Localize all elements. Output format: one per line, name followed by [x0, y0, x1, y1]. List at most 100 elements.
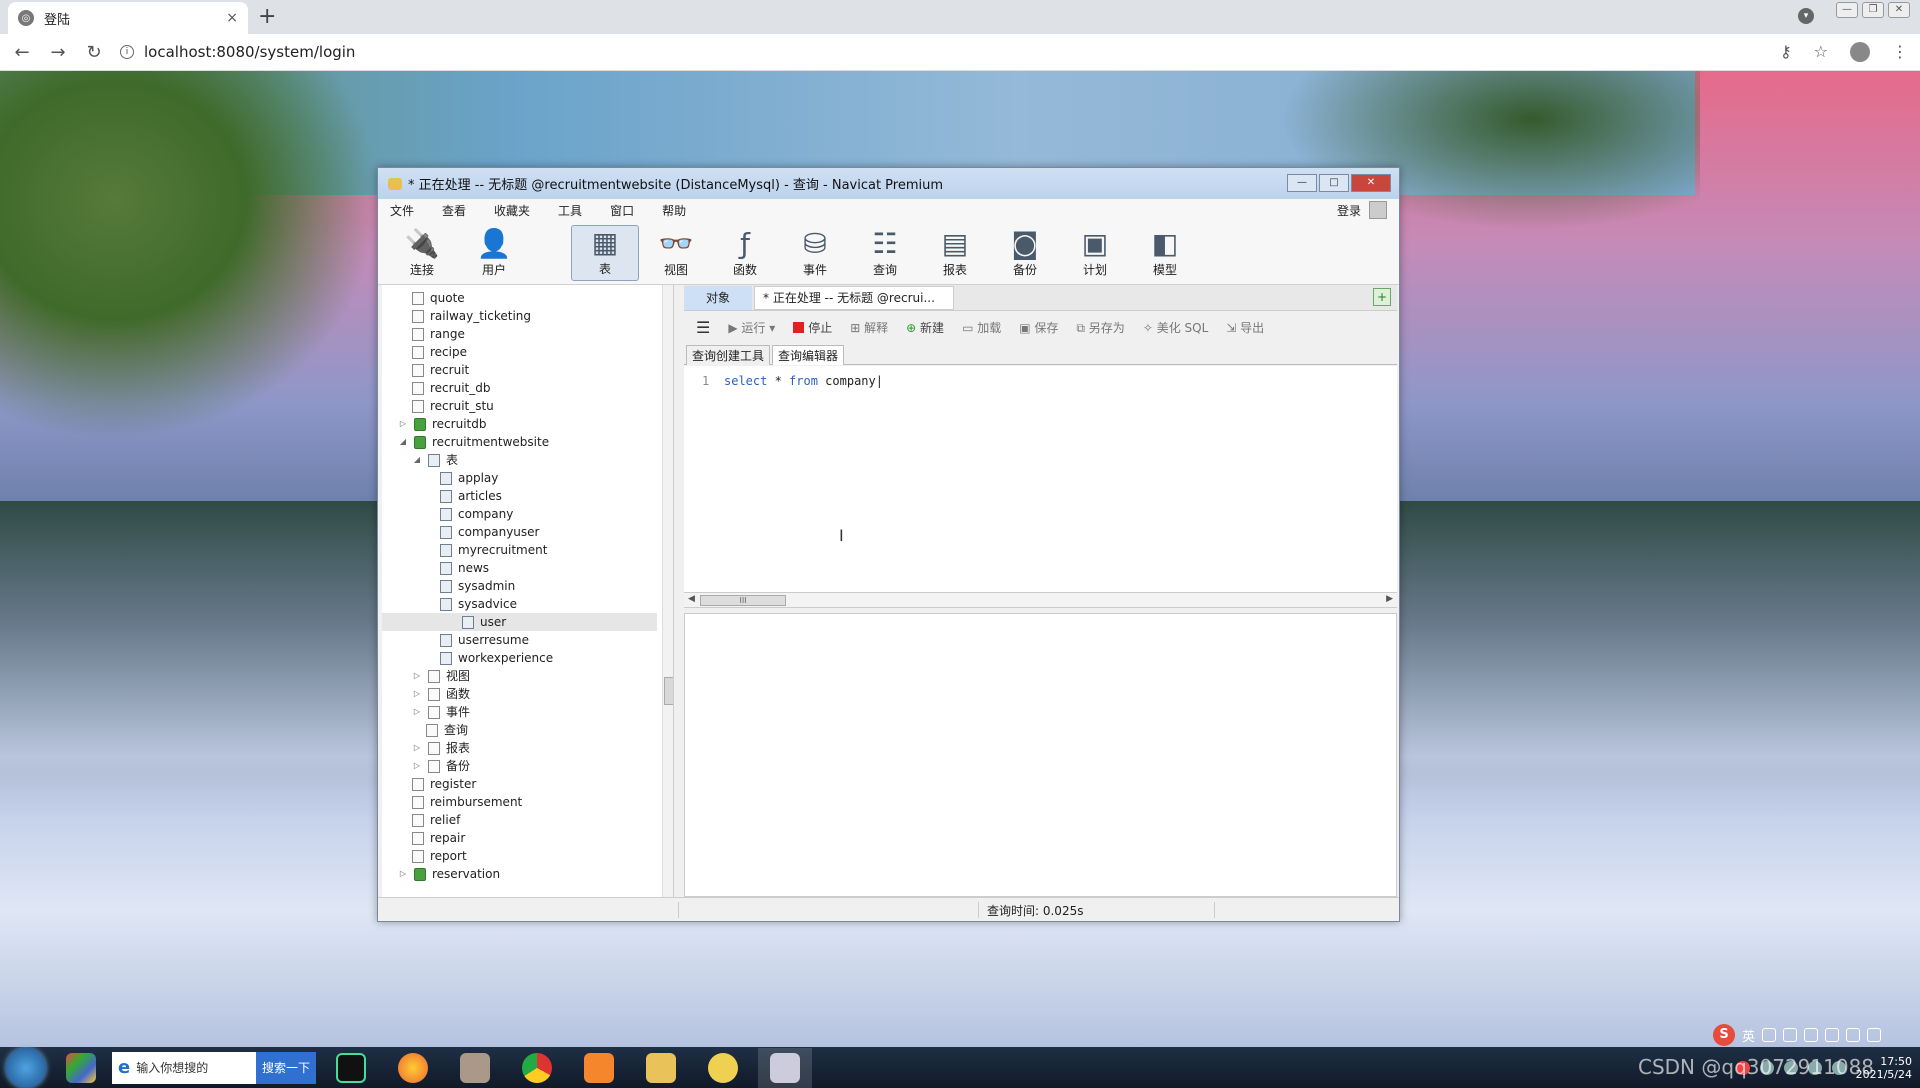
tree-item-register[interactable]: register — [412, 775, 476, 793]
skin-icon[interactable] — [1846, 1028, 1861, 1042]
add-tab-icon[interactable]: + — [1373, 288, 1391, 306]
tree-item-views-folder[interactable]: ▷ 视图 — [412, 667, 470, 685]
tree-item-sysadmin[interactable]: sysadmin — [440, 577, 515, 595]
url-field[interactable]: i localhost:8080/system/login — [120, 43, 355, 61]
tab-query[interactable]: * 正在处理 -- 无标题 @recrui... — [754, 286, 954, 310]
tab-query-builder[interactable]: 查询创建工具 — [686, 345, 771, 365]
toolbar-event-button[interactable]: ⛁ 事件 — [783, 225, 847, 281]
taskbar-app-active[interactable] — [758, 1047, 813, 1088]
toolbar-view-button[interactable]: 👓 视图 — [644, 225, 708, 281]
close-icon[interactable]: ✕ — [1888, 2, 1910, 18]
taskbar-app-explorer[interactable] — [634, 1048, 688, 1088]
tab-close-icon[interactable]: × — [226, 10, 238, 26]
expand-arrow-icon[interactable]: ▷ — [412, 667, 422, 685]
taskbar-search-input[interactable]: e 输入你想搜的 — [112, 1051, 256, 1084]
collapse-arrow-icon[interactable]: ◢ — [398, 433, 408, 451]
run-button[interactable]: ▶ 运行 ▾ — [728, 319, 775, 336]
editor-horizontal-scrollbar[interactable]: ◀ III ▶ — [684, 592, 1397, 608]
expand-arrow-icon[interactable]: ▷ — [412, 685, 422, 703]
tree-item-companyuser[interactable]: companyuser — [440, 523, 539, 541]
tree-item-company[interactable]: company — [440, 505, 513, 523]
taskbar-app-intellij[interactable] — [324, 1048, 378, 1088]
editor-scrollbar-thumb[interactable]: III — [700, 595, 786, 606]
tree-item-tables-folder[interactable]: ◢ 表 — [412, 451, 458, 469]
collapse-arrow-icon[interactable]: ◢ — [412, 451, 422, 469]
toolbar-query-button[interactable]: ☷ 查询 — [853, 225, 917, 281]
expand-arrow-icon[interactable]: ▷ — [412, 757, 422, 775]
tree-item-functions-folder[interactable]: ▷ 函数 — [412, 685, 470, 703]
sql-editor[interactable]: 1 select * from company| I — [684, 366, 1397, 592]
toolbar-user-button[interactable]: 👤 用户 — [462, 225, 526, 281]
profile-icon[interactable] — [1850, 42, 1870, 62]
minimize-icon[interactable]: — — [1287, 174, 1317, 192]
expand-arrow-icon[interactable]: ▷ — [412, 739, 422, 757]
tree-item-backups-folder[interactable]: ▷ 备份 — [412, 757, 470, 775]
grid-icon[interactable] — [1867, 1028, 1882, 1042]
toolbar-report-button[interactable]: ▤ 报表 — [923, 225, 987, 281]
load-button[interactable]: ▭ 加载 — [962, 319, 1001, 336]
tree-item-applay[interactable]: applay — [440, 469, 498, 487]
tree-item-recruit-stu[interactable]: recruit_stu — [412, 397, 494, 415]
taskbar-app-photo[interactable] — [448, 1048, 502, 1088]
save-button[interactable]: ▣ 保存 — [1019, 319, 1058, 336]
toolbar-schedule-button[interactable]: ▣ 计划 — [1063, 225, 1127, 281]
tree-scrollbar-thumb[interactable] — [664, 677, 673, 705]
menu-file[interactable]: 文件 — [390, 202, 414, 219]
tree-item-range[interactable]: range — [412, 325, 465, 343]
tree-item-myrecruitment[interactable]: myrecruitment — [440, 541, 547, 559]
minimize-icon[interactable]: — — [1836, 2, 1858, 18]
taskbar-app-settings[interactable] — [572, 1048, 626, 1088]
taskbar-search-button[interactable]: 搜索一下 — [256, 1051, 317, 1084]
menu-help[interactable]: 帮助 — [662, 202, 686, 219]
expand-arrow-icon[interactable]: ▷ — [412, 703, 422, 721]
keyboard-icon[interactable] — [1825, 1028, 1840, 1042]
chrome-download-icon[interactable]: ▾ — [1798, 8, 1814, 24]
tree-item-sysadvice[interactable]: sysadvice — [440, 595, 517, 613]
toolbar-connection-button[interactable]: 🔌 连接 — [390, 225, 454, 281]
close-icon[interactable]: ✕ — [1351, 174, 1391, 192]
tree-item-relief[interactable]: relief — [412, 811, 460, 829]
taskbar-app-navicat[interactable] — [696, 1048, 750, 1088]
restore-icon[interactable]: ❐ — [1862, 2, 1884, 18]
tree-item-user[interactable]: user — [382, 613, 657, 631]
punctuation-icon[interactable] — [1762, 1028, 1777, 1042]
login-button[interactable]: 登录 — [1337, 201, 1387, 219]
beautify-sql-button[interactable]: ✧ 美化 SQL — [1143, 319, 1208, 336]
microphone-icon[interactable] — [1804, 1028, 1819, 1042]
expand-arrow-icon[interactable]: ▷ — [398, 415, 408, 433]
tree-scrollbar[interactable] — [662, 285, 673, 897]
tree-item-reports-folder[interactable]: ▷ 报表 — [412, 739, 470, 757]
tree-item-events-folder[interactable]: ▷ 事件 — [412, 703, 470, 721]
toolbar-backup-button[interactable]: ◙ 备份 — [993, 225, 1057, 281]
emoji-icon[interactable] — [1783, 1028, 1798, 1042]
reload-icon[interactable]: ↻ — [84, 42, 104, 63]
taskbar-app-firefox[interactable] — [386, 1048, 440, 1088]
star-icon[interactable]: ☆ — [1814, 42, 1828, 62]
menu-favorites[interactable]: 收藏夹 — [494, 202, 530, 219]
sogou-logo-icon[interactable]: S — [1713, 1024, 1735, 1046]
menu-window[interactable]: 窗口 — [610, 202, 634, 219]
export-button[interactable]: ⇲ 导出 — [1226, 319, 1264, 336]
tree-item-articles[interactable]: articles — [440, 487, 502, 505]
explain-button[interactable]: ⊞ 解释 — [850, 319, 888, 336]
save-as-button[interactable]: ⧉ 另存为 — [1076, 319, 1124, 336]
tree-item-recruit-db[interactable]: recruit_db — [412, 379, 490, 397]
tab-query-editor[interactable]: 查询编辑器 — [772, 345, 845, 365]
tab-objects[interactable]: 对象 — [684, 286, 752, 310]
browser-tab[interactable]: ◎ 登陆 × — [8, 2, 248, 34]
toolbar-model-button[interactable]: ◧ 模型 — [1133, 225, 1197, 281]
tree-item-queries-folder[interactable]: 查询 — [426, 721, 468, 739]
maximize-icon[interactable]: □ — [1319, 174, 1349, 192]
taskbar-app-360[interactable] — [54, 1048, 108, 1088]
hamburger-menu-icon[interactable]: ☰ — [696, 318, 710, 337]
tree-item-quote[interactable]: quote — [412, 289, 465, 307]
taskbar-app-chrome[interactable] — [510, 1048, 564, 1088]
info-icon[interactable]: i — [120, 45, 134, 59]
tree-item-news[interactable]: news — [440, 559, 489, 577]
ime-language[interactable]: 英 — [1742, 1026, 1755, 1045]
key-icon[interactable]: ⚷ — [1780, 42, 1792, 62]
new-query-button[interactable]: ⊕ 新建 — [906, 319, 944, 336]
expand-arrow-icon[interactable]: ▷ — [398, 865, 408, 883]
tree-item-workexperience[interactable]: workexperience — [440, 649, 553, 667]
new-tab-button[interactable]: + — [258, 4, 276, 29]
